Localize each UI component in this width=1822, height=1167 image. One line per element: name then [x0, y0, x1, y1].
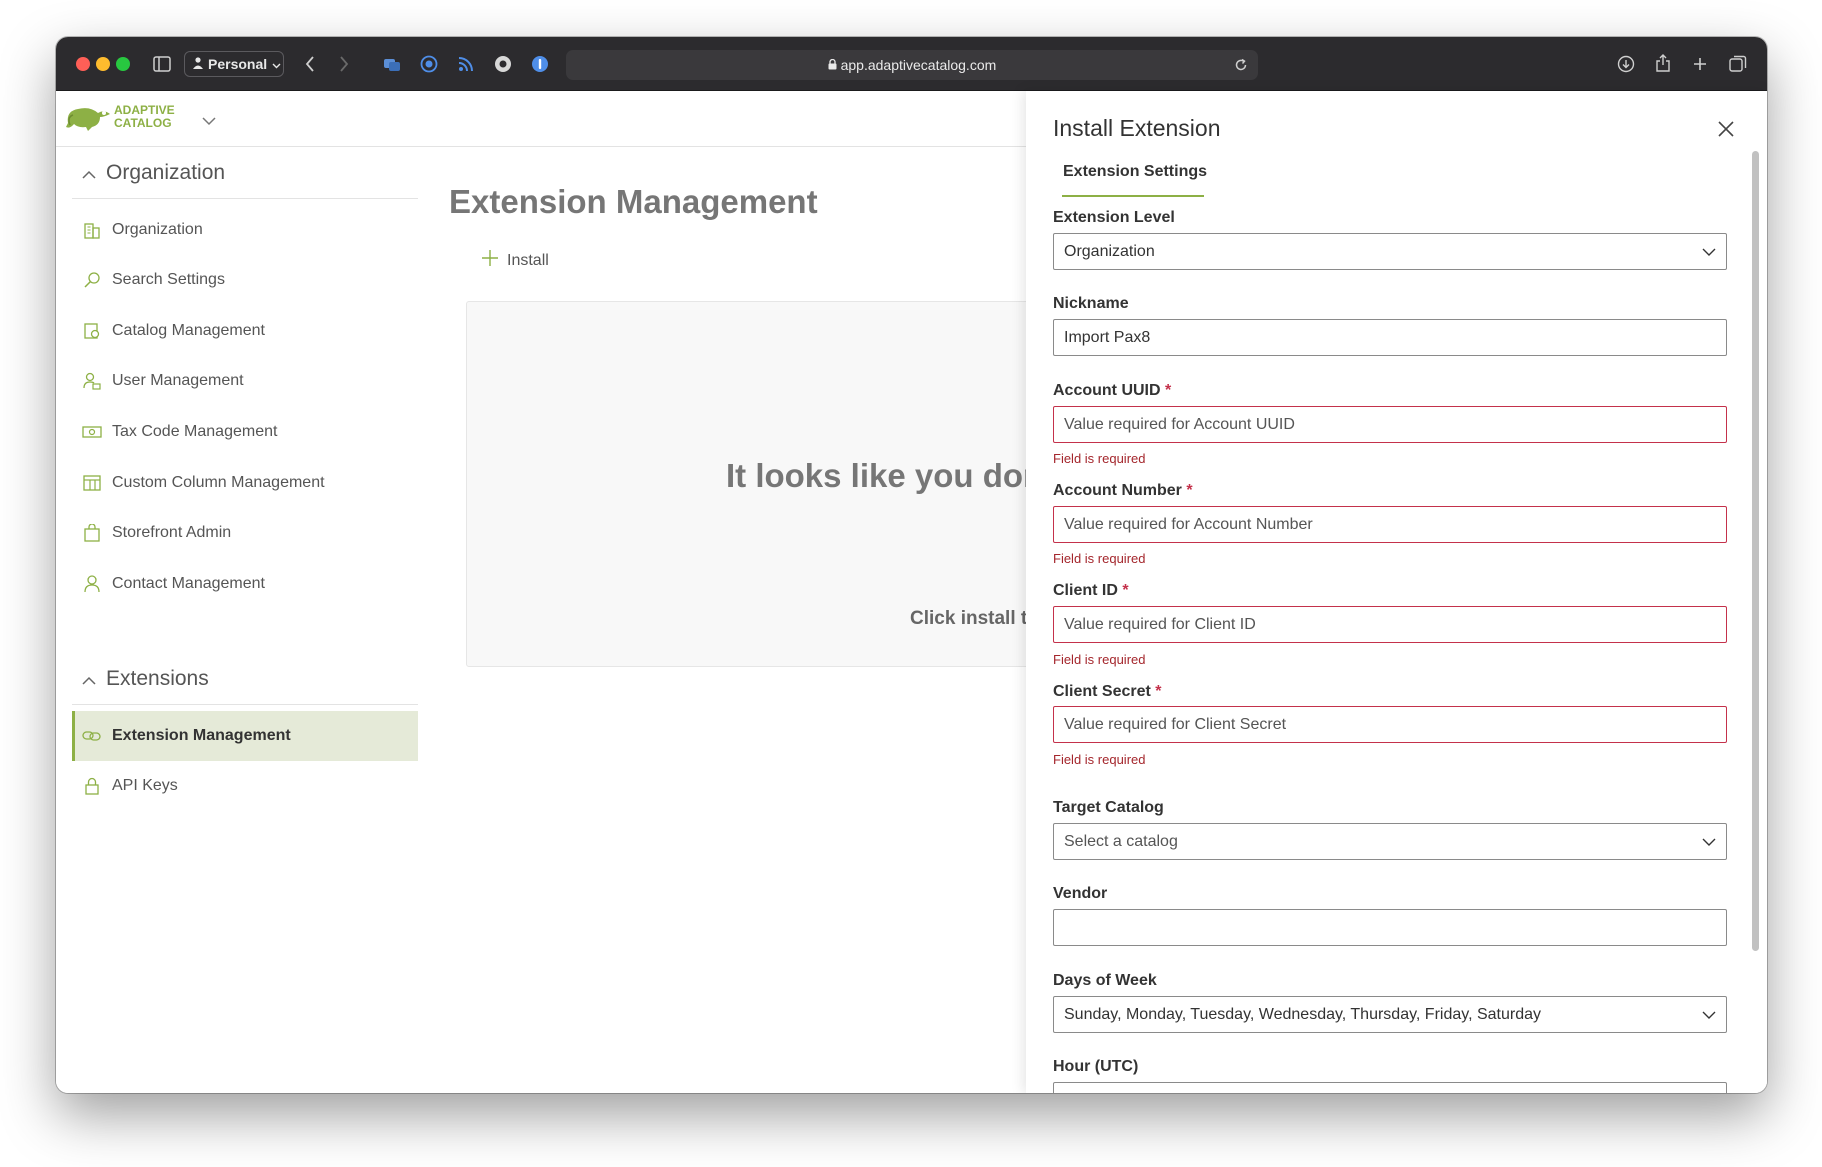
chevron-up-icon	[82, 161, 96, 185]
tab-overview-icon[interactable]	[1728, 54, 1748, 74]
sidebar-item-custom-column-management[interactable]: Custom Column Management	[72, 459, 418, 507]
url-text: app.adaptivecatalog.com	[566, 57, 1258, 73]
client-secret-input[interactable]: Value required for Client Secret	[1053, 706, 1727, 743]
empty-state-title: It looks like you don't	[726, 457, 1063, 494]
building-icon	[82, 220, 102, 240]
panel-scrollbar[interactable]	[1752, 151, 1759, 951]
client-id-error: Field is required	[1053, 652, 1146, 667]
vendor-input[interactable]	[1053, 909, 1727, 946]
browser-toolbar: Personal app.adaptivecatalog.com	[56, 37, 1767, 91]
catalog-icon	[82, 321, 102, 341]
address-bar[interactable]: app.adaptivecatalog.com	[566, 50, 1258, 80]
account-number-label: Account Number *	[1053, 482, 1193, 499]
shopping-bag-icon	[82, 523, 102, 543]
forward-icon[interactable]	[334, 54, 354, 74]
close-window-button[interactable]	[76, 57, 90, 71]
account-number-error: Field is required	[1053, 551, 1146, 566]
chevron-down-icon	[272, 56, 281, 72]
sidebar-item-user-management[interactable]: User Management	[72, 357, 418, 405]
page-title: Extension Management	[449, 183, 818, 220]
lock-icon	[828, 57, 841, 73]
panel-title: Install Extension	[1053, 115, 1221, 141]
section-head-organization[interactable]: Organization	[72, 147, 418, 199]
profile-label: Personal	[208, 56, 268, 72]
logo-text: ADAPTIVE CATALOG	[114, 103, 175, 130]
target-catalog-select[interactable]: Select a catalog	[1053, 823, 1727, 860]
person-icon	[193, 56, 203, 72]
extension-level-label: Extension Level	[1053, 209, 1175, 226]
table-icon	[82, 473, 102, 493]
close-icon[interactable]	[1716, 119, 1738, 141]
zoom-window-button[interactable]	[116, 57, 130, 71]
client-id-input[interactable]: Value required for Client ID	[1053, 606, 1727, 643]
section-head-extensions[interactable]: Extensions	[72, 653, 418, 705]
client-secret-label: Client Secret *	[1053, 683, 1162, 700]
extension-radio-icon[interactable]	[419, 54, 439, 74]
account-number-input[interactable]: Value required for Account Number	[1053, 506, 1727, 543]
sidebar-item-organization[interactable]: Organization	[72, 206, 418, 254]
hour-utc-select[interactable]	[1053, 1082, 1727, 1093]
extension-gear-icon[interactable]	[493, 54, 513, 74]
sidebar-item-catalog-management[interactable]: Catalog Management	[72, 307, 418, 355]
install-extension-panel: Install Extension Extension Settings Ext…	[1026, 91, 1767, 1093]
chevron-down-icon[interactable]	[202, 113, 216, 131]
link-icon	[82, 726, 102, 746]
chevron-up-icon	[82, 667, 96, 691]
reload-icon[interactable]	[1232, 56, 1250, 74]
browser-window: Personal app.adaptivecatalog.com ADAPTIV…	[56, 37, 1767, 1093]
user-settings-icon	[82, 371, 102, 391]
chevron-down-icon	[1702, 1007, 1716, 1025]
sidebar-item-storefront-admin[interactable]: Storefront Admin	[72, 509, 418, 557]
target-catalog-label: Target Catalog	[1053, 799, 1164, 816]
money-icon	[82, 422, 102, 442]
client-secret-error: Field is required	[1053, 752, 1146, 767]
account-uuid-label: Account UUID *	[1053, 382, 1172, 399]
vendor-label: Vendor	[1053, 885, 1108, 902]
account-uuid-error: Field is required	[1053, 451, 1146, 466]
chevron-down-icon	[1702, 834, 1716, 852]
days-of-week-label: Days of Week	[1053, 972, 1157, 989]
search-icon	[82, 270, 102, 290]
back-icon[interactable]	[300, 54, 320, 74]
sidebar-item-extension-management[interactable]: Extension Management	[72, 711, 418, 761]
account-uuid-input[interactable]: Value required for Account UUID	[1053, 406, 1727, 443]
sidebar-item-contact-management[interactable]: Contact Management	[72, 560, 418, 608]
lock-icon	[82, 776, 102, 796]
chameleon-logo-icon	[64, 103, 114, 136]
rss-icon[interactable]	[456, 54, 476, 74]
minimize-window-button[interactable]	[96, 57, 110, 71]
days-of-week-select[interactable]: Sunday, Monday, Tuesday, Wednesday, Thur…	[1053, 996, 1727, 1033]
extension-level-select[interactable]: Organization	[1053, 233, 1727, 270]
profile-button[interactable]: Personal	[184, 51, 284, 77]
hour-utc-label: Hour (UTC)	[1053, 1058, 1139, 1075]
download-icon[interactable]	[1616, 54, 1636, 74]
extension-chat-icon[interactable]	[382, 54, 402, 74]
app-header: ADAPTIVE CATALOG	[56, 91, 1026, 147]
client-id-label: Client ID *	[1053, 582, 1129, 599]
password-manager-icon[interactable]	[530, 54, 550, 74]
share-icon[interactable]	[1653, 53, 1673, 73]
sidebar-item-search-settings[interactable]: Search Settings	[72, 256, 418, 304]
nickname-input[interactable]: Import Pax8	[1053, 319, 1727, 356]
page-content: ADAPTIVE CATALOG Organization Organizati…	[56, 91, 1767, 1093]
plus-icon	[481, 249, 499, 272]
tab-underline	[1062, 195, 1204, 197]
nickname-label: Nickname	[1053, 295, 1129, 312]
person-icon	[82, 574, 102, 594]
empty-state-subtitle: Click install to	[910, 608, 1039, 629]
chevron-down-icon	[1702, 244, 1716, 262]
tab-extension-settings[interactable]: Extension Settings	[1063, 163, 1207, 181]
sidebar-toggle-icon[interactable]	[152, 54, 172, 74]
sidebar-item-tax-code-management[interactable]: Tax Code Management	[72, 408, 418, 456]
new-tab-icon[interactable]	[1690, 54, 1710, 74]
sidebar-item-api-keys[interactable]: API Keys	[72, 762, 418, 810]
install-button[interactable]: Install	[481, 249, 549, 272]
